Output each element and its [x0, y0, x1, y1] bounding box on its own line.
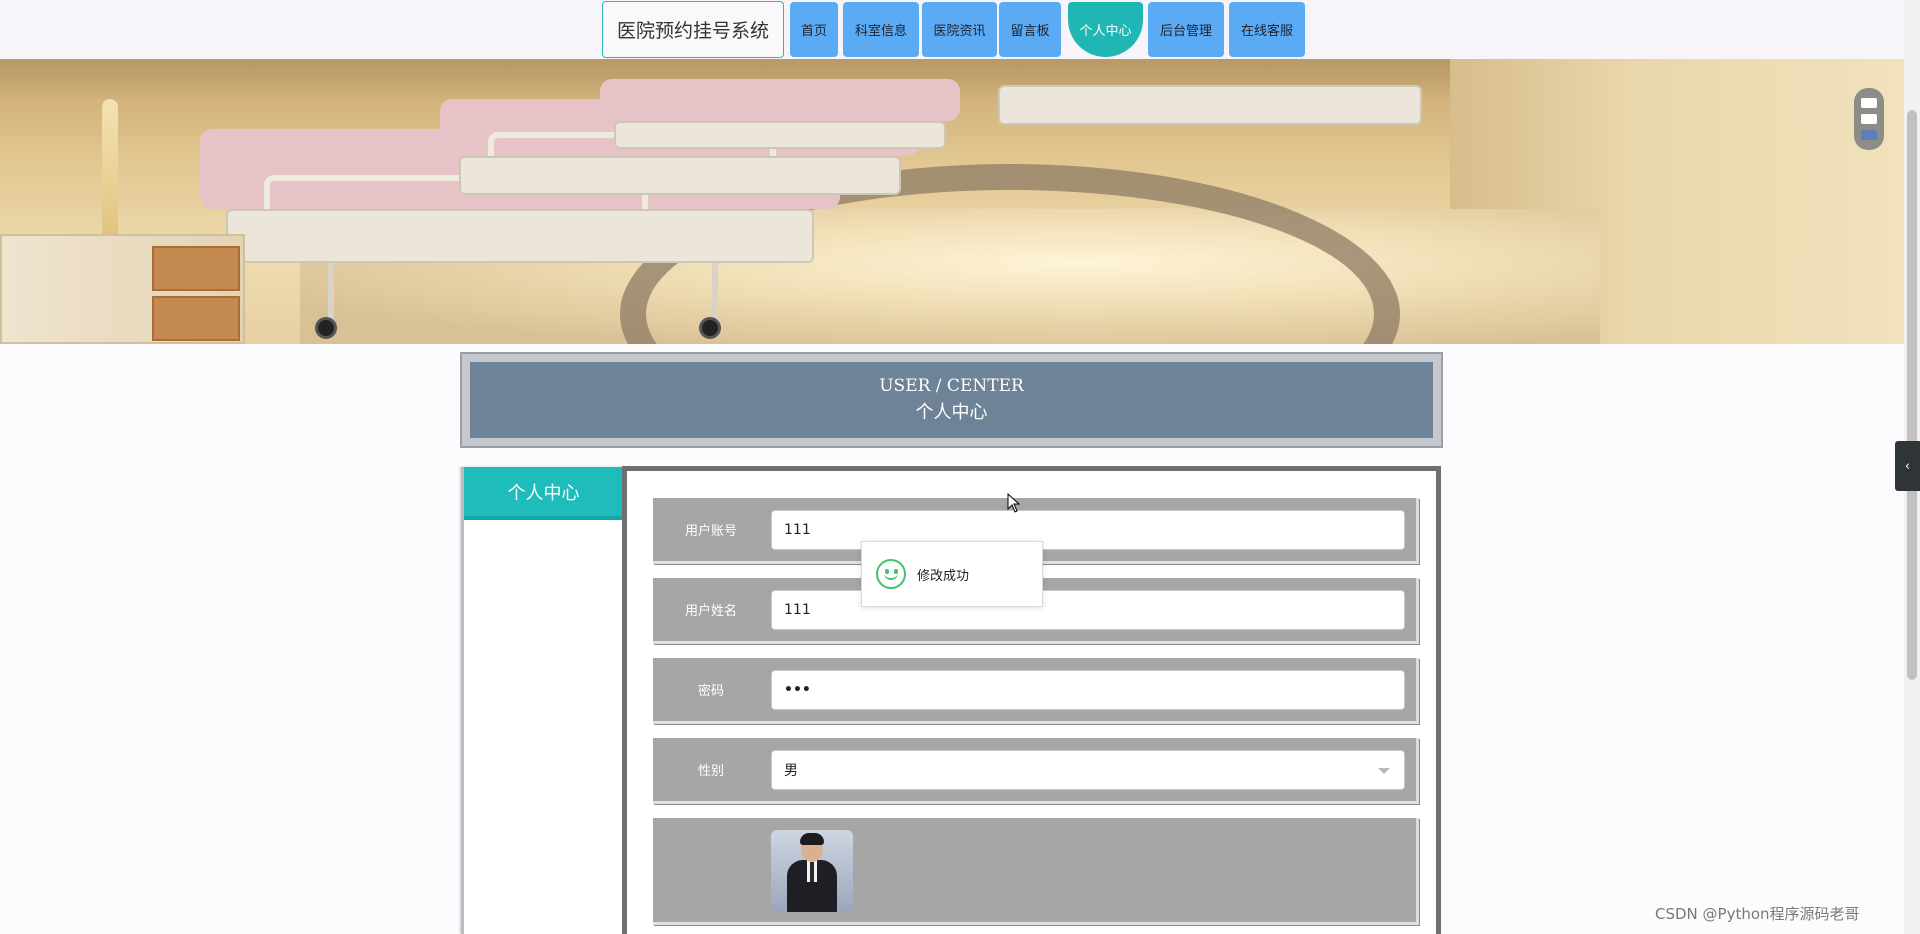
banner-cabinet [0, 234, 245, 344]
success-toast: 修改成功 [861, 541, 1043, 607]
hero-banner [0, 59, 1904, 344]
chevron-down-icon [1378, 768, 1390, 774]
top-navbar: 医院预约挂号系统 首页 科室信息 医院资讯 留言板 个人中心 后台管理 在线客服 [0, 0, 1904, 59]
nav-user-center[interactable]: 个人中心 [1068, 2, 1143, 57]
nav-home[interactable]: 首页 [790, 2, 838, 57]
section-title-cn: 个人中心 [915, 402, 988, 423]
avatar-image[interactable] [771, 830, 853, 912]
site-brand[interactable]: 医院预约挂号系统 [602, 1, 784, 58]
smile-icon [876, 559, 906, 589]
nav-online-service[interactable]: 在线客服 [1229, 2, 1305, 57]
password-input[interactable]: ••• [771, 670, 1405, 710]
carousel-dot[interactable] [1861, 98, 1877, 108]
carousel-indicators [1854, 88, 1884, 150]
section-title-en: USER / CENTER [879, 376, 1024, 396]
password-label: 密码 [697, 684, 724, 699]
form-row-avatar [653, 818, 1419, 925]
nav-hospital-news[interactable]: 医院资讯 [922, 2, 997, 57]
banner-lamp [102, 99, 118, 239]
mouse-cursor-icon [1007, 493, 1021, 513]
gender-label: 性别 [697, 764, 724, 779]
nav-message-board[interactable]: 留言板 [999, 2, 1061, 57]
username-label: 用户账号 [684, 524, 737, 539]
gender-select-value: 男 [784, 763, 798, 779]
chevron-left-icon[interactable]: ‹ [1895, 441, 1920, 491]
carousel-dot[interactable] [1861, 114, 1877, 124]
nav-departments[interactable]: 科室信息 [843, 2, 919, 57]
form-row-gender: 性别 男 [653, 738, 1419, 804]
toast-message: 修改成功 [917, 568, 970, 584]
gender-select[interactable]: 男 [771, 750, 1405, 790]
side-menu: 个人中心 [461, 467, 623, 934]
carousel-dot-active[interactable] [1861, 130, 1877, 140]
nav-admin[interactable]: 后台管理 [1148, 2, 1224, 57]
name-label: 用户姓名 [684, 604, 737, 619]
scrollbar-thumb[interactable] [1907, 110, 1917, 680]
banner-bed [600, 79, 960, 189]
side-menu-item-user-center[interactable]: 个人中心 [464, 467, 623, 520]
form-row-password: 密码 ••• [653, 658, 1419, 724]
watermark-text: CSDN @Python程序源码老哥 [1655, 905, 1860, 923]
profile-form: 用户账号 111 用户姓名 111 密码 ••• 性别 男 [622, 466, 1441, 934]
banner-bed [980, 69, 1440, 149]
section-title-panel: USER / CENTER 个人中心 [460, 352, 1443, 448]
